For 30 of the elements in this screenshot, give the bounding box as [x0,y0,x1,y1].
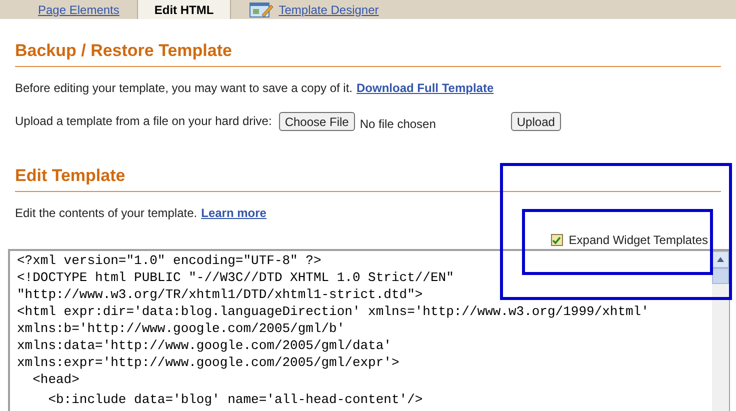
intro-text: Edit the contents of your template. [15,205,198,222]
code-line: <html expr:dir='data:blog.languageDirection' xmlns='http://www.w3.org/1999/xhtml' [17,303,649,320]
code-line: <b:include data='blog' name='all-head-content'/> [47,391,423,408]
code-line: "http://www.w3.org/TR/xhtml1/DTD/xhtml1-strict.dtd"> [17,286,423,303]
code-line: xmlns:b='http://www.google.com/2005/gml/b' [17,320,345,337]
code-line: <?xml version="1.0" encoding="UTF-8" ?> [17,252,322,269]
upload-button[interactable]: Upload [510,112,561,130]
section-heading: Backup / Restore Template [15,41,233,61]
checkmark-icon [552,236,562,244]
code-line: <head> [32,371,80,388]
tab[interactable]: Edit HTML [137,0,231,19]
intro-text: Before editing your template, you may want to save a copy of it. [15,80,353,97]
scroll-up-icon[interactable] [712,251,729,268]
checkbox-label: Expand Widget Templates [568,232,708,249]
code-line: <!DOCTYPE html PUBLIC "-//W3C//DTD XHTML 1.0 Strict//EN" [17,269,454,286]
file-status: No file chosen [360,116,436,133]
template-editor[interactable] [8,249,730,411]
code-line: xmlns:data='http://www.google.com/2005/gml/data' [17,337,392,354]
download-link[interactable]: Download Full Template [356,79,494,97]
learn-more-link[interactable]: Learn more [201,204,266,222]
checkbox[interactable] [550,234,563,246]
tab[interactable]: Template Designer [230,0,397,19]
scroll-thumb[interactable] [712,268,729,284]
window-pencil-icon [248,0,273,18]
section-heading: Edit Template [15,166,126,186]
choose-file-button[interactable]: Choose File [278,112,355,130]
code-line: xmlns:expr='http://www.google.com/2005/gml/expr'> [17,354,400,371]
upload-label: Upload a template from a file on your hard drive: [15,113,272,130]
tab[interactable]: Page Elements [20,0,138,19]
scrollbar[interactable] [712,251,729,411]
